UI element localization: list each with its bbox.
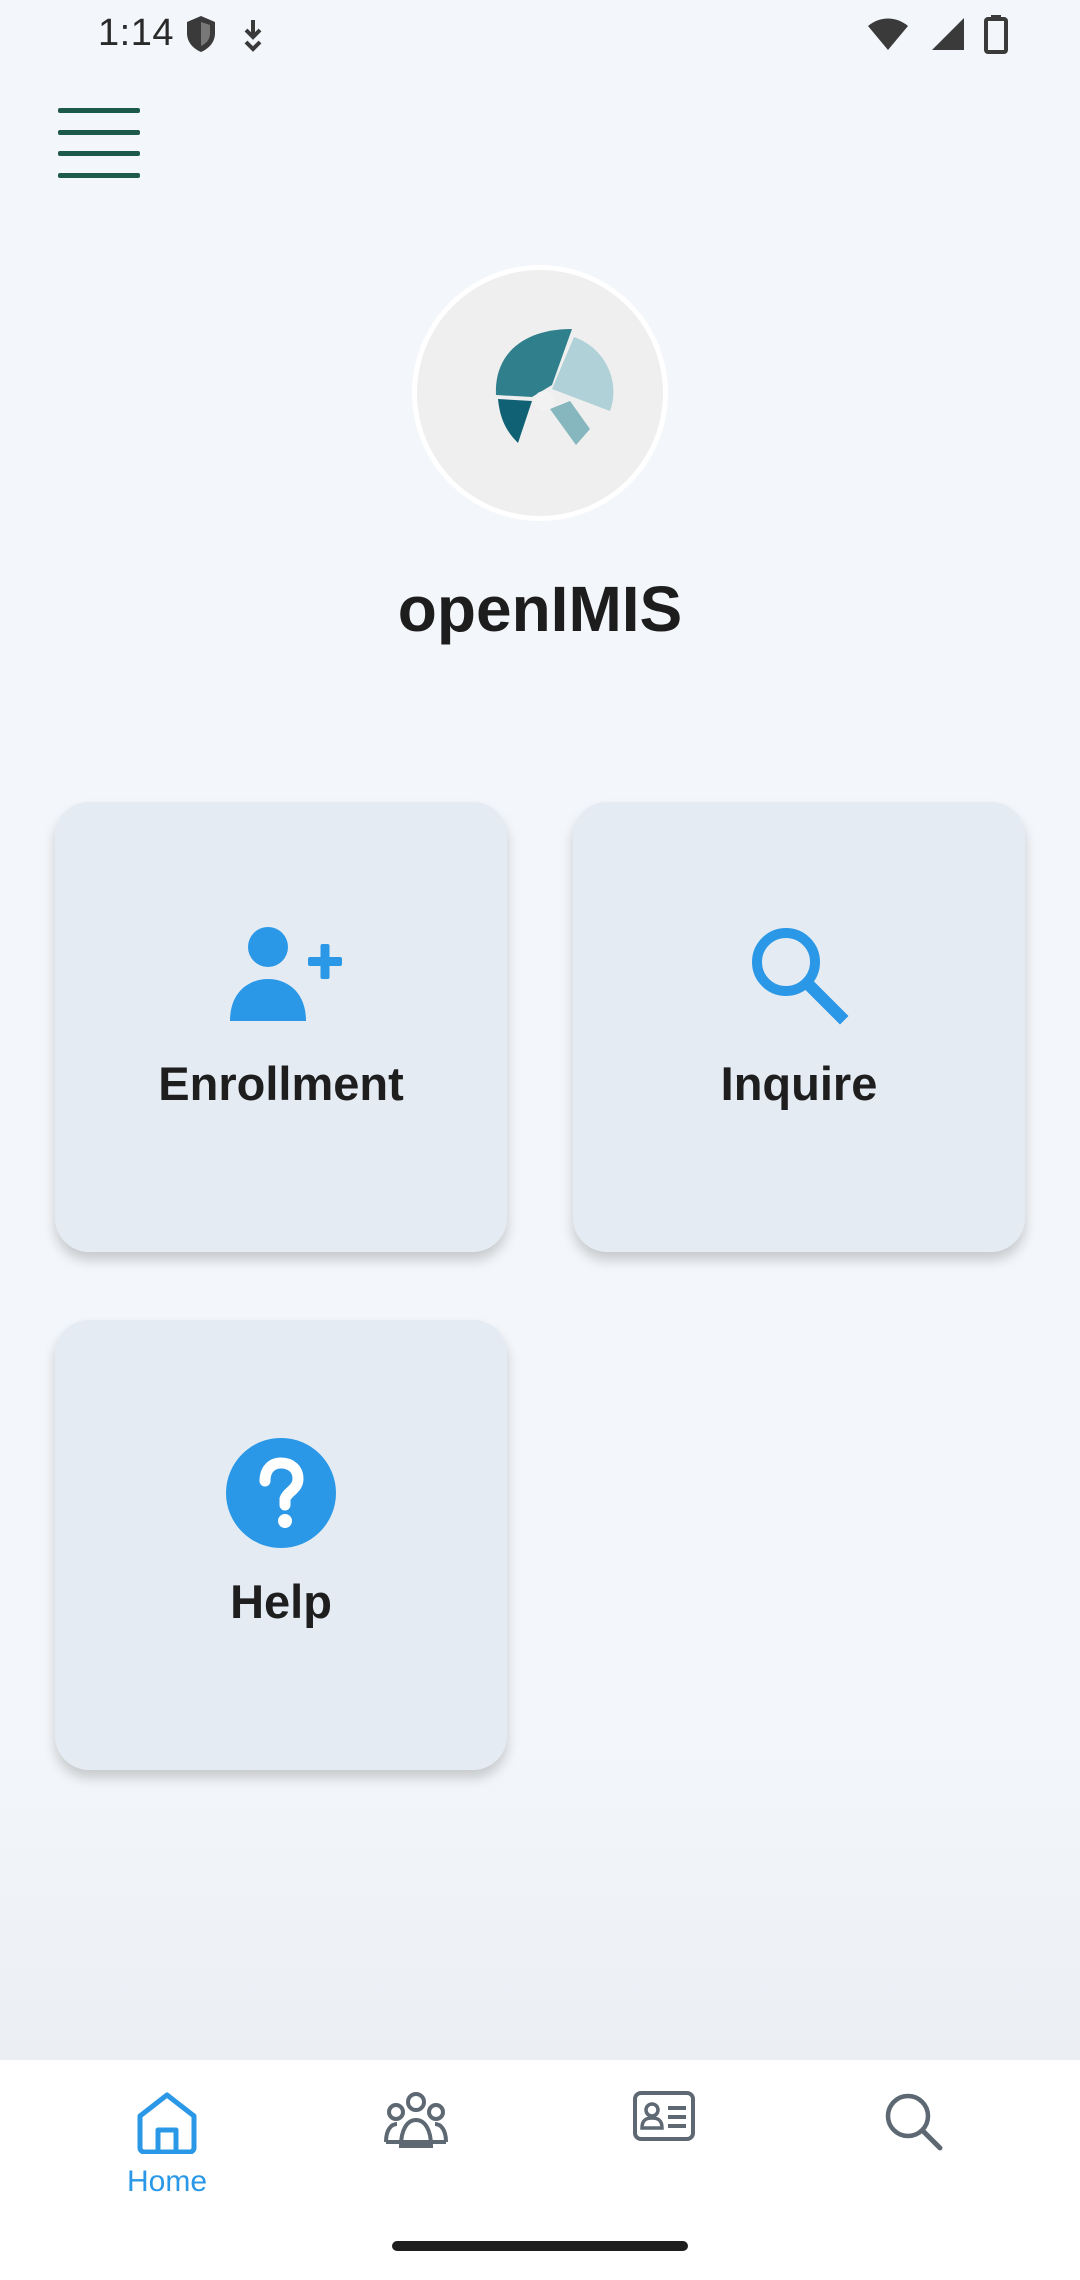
inquire-card[interactable]: Inquire	[573, 802, 1025, 1252]
home-icon	[134, 2090, 200, 2159]
add-person-icon	[216, 920, 346, 1030]
background-fade	[0, 1750, 1080, 2060]
menu-bar	[58, 129, 140, 135]
shield-icon	[184, 14, 218, 59]
search-icon	[734, 920, 864, 1030]
nav-home-label: Home	[126, 2165, 208, 2198]
hamburger-menu-icon[interactable]	[58, 108, 140, 178]
enrollment-label: Enrollment	[158, 1057, 404, 1110]
nav-home[interactable]: Home	[92, 2090, 242, 2210]
status-left-icons	[184, 14, 270, 59]
nav-id-card[interactable]	[589, 2090, 739, 2210]
help-label: Help	[230, 1575, 332, 1628]
menu-bar	[58, 151, 140, 157]
inquire-label: Inquire	[720, 1057, 878, 1110]
status-time: 1:14	[98, 12, 174, 54]
id-card-icon	[632, 2090, 696, 2147]
home-indicator	[392, 2241, 688, 2251]
nav-search[interactable]	[838, 2090, 988, 2210]
enrollment-card[interactable]: Enrollment	[55, 802, 507, 1252]
family-icon	[383, 2090, 449, 2155]
openimis-logo	[412, 265, 668, 521]
status-right-icons	[866, 14, 1008, 59]
help-card[interactable]: Help	[55, 1320, 507, 1770]
search-icon	[882, 2090, 944, 2157]
battery-icon	[984, 14, 1008, 59]
nav-family[interactable]	[341, 2090, 491, 2210]
signal-icon	[928, 16, 966, 57]
menu-bar	[58, 172, 140, 178]
menu-bar	[58, 108, 140, 113]
app-title: openIMIS	[397, 573, 683, 645]
help-icon	[216, 1438, 346, 1548]
download-icon	[236, 14, 270, 59]
status-bar: 1:14	[0, 0, 1080, 70]
wifi-icon	[866, 16, 910, 57]
